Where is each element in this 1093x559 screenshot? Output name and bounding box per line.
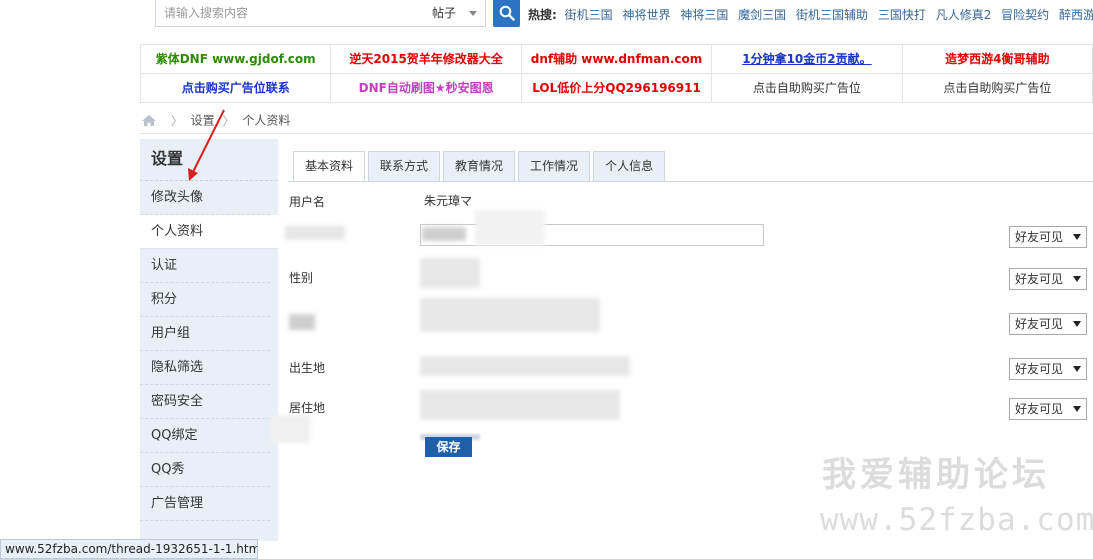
settings-sidebar: 设置 修改头像 个人资料 认证 积分 用户组 隐私筛选 密码安全 QQ绑定 QQ… — [140, 139, 278, 541]
ad-link[interactable]: 造梦西游4衡哥辅助 — [903, 45, 1093, 73]
annotation-arrow-icon — [188, 109, 225, 181]
privacy-select-value: 好友可见 — [1015, 317, 1064, 331]
save-button[interactable]: 保存 — [425, 437, 472, 457]
search-button[interactable] — [493, 0, 520, 27]
privacy-select[interactable]: 好友可见 — [1009, 313, 1087, 335]
tab-work[interactable]: 工作情况 — [518, 151, 591, 182]
privacy-select[interactable]: 好友可见 — [1009, 358, 1087, 380]
privacy-select-value: 好友可见 — [1015, 362, 1064, 376]
breadcrumb-item: 个人资料 — [242, 113, 291, 128]
ad-link[interactable]: 点击自助购买广告位 — [712, 74, 903, 102]
realname-input[interactable] — [420, 224, 764, 246]
search-type-value: 帖子 — [432, 6, 457, 20]
hot-search-link[interactable]: 冒险契约 — [1001, 8, 1049, 22]
privacy-select-value: 好友可见 — [1015, 402, 1064, 416]
search-icon — [499, 5, 515, 21]
redacted-overlay — [475, 210, 545, 246]
ad-link[interactable]: dnf辅助 www.dnfman.com — [522, 45, 713, 73]
ad-link[interactable]: 点击购买广告位联系 — [140, 74, 332, 102]
hot-search-link[interactable]: 街机三国辅助 — [796, 8, 868, 22]
redacted-label — [289, 314, 315, 330]
tab-personal[interactable]: 个人信息 — [593, 151, 666, 182]
ad-link[interactable]: DNF自动刷图★秒安图恩 — [331, 74, 522, 102]
chevron-down-icon — [1073, 406, 1081, 412]
redacted-value — [420, 298, 600, 332]
home-icon[interactable] — [141, 114, 157, 127]
redacted-value — [420, 390, 620, 420]
page: 请输入搜索内容 帖子 热搜: 街机三国 神将世界 神将三国 魔剑三国 街机三国辅… — [0, 0, 1093, 559]
sidebar-item-profile[interactable]: 个人资料 — [140, 215, 278, 249]
redacted-label — [285, 226, 345, 240]
profile-tabs: 基本资料 联系方式 教育情况 工作情况 个人信息 — [293, 151, 668, 182]
hot-search: 热搜: 街机三国 神将世界 神将三国 魔剑三国 街机三国辅助 三国快打 凡人修真… — [528, 6, 1093, 23]
ad-row: 紫体DNF www.gjdof.com 逆天2015贺羊年修改器大全 dnf辅助… — [140, 45, 1093, 74]
watermark-title: 我爱辅助论坛 — [822, 455, 1050, 495]
gender-label: 性别 — [289, 271, 314, 285]
hot-search-link[interactable]: 醉西游 — [1059, 8, 1093, 22]
redacted-overlay — [270, 415, 310, 443]
status-bar-url: www.52fzba.com/thread-1932651-1-1.html — [0, 539, 258, 559]
hot-search-link[interactable]: 三国快打 — [878, 8, 926, 22]
privacy-select-value: 好友可见 — [1015, 272, 1064, 286]
hot-search-link[interactable]: 街机三国 — [565, 8, 613, 22]
divider — [140, 133, 1093, 134]
ad-link[interactable]: 1分钟拿10金币2贡献。 — [712, 45, 903, 73]
redacted-value — [422, 227, 466, 241]
sidebar-item-qq-show[interactable]: QQ秀 — [140, 453, 270, 487]
privacy-select[interactable]: 好友可见 — [1009, 398, 1087, 420]
tab-education[interactable]: 教育情况 — [443, 151, 516, 182]
chevron-down-icon — [469, 11, 477, 16]
ad-link[interactable]: 紫体DNF www.gjdof.com — [140, 45, 332, 73]
sidebar-item-credits[interactable]: 积分 — [140, 283, 270, 317]
redacted-value — [420, 258, 480, 288]
tab-basic-info[interactable]: 基本资料 — [293, 151, 366, 182]
sidebar-item-password[interactable]: 密码安全 — [140, 385, 270, 419]
top-search-bar: 请输入搜索内容 帖子 热搜: 街机三国 神将世界 神将三国 魔剑三国 街机三国辅… — [0, 0, 1093, 30]
chevron-down-icon — [1073, 366, 1081, 372]
chevron-down-icon — [1073, 276, 1081, 282]
hot-search-link[interactable]: 凡人修真2 — [936, 8, 992, 22]
hot-search-link[interactable]: 神将三国 — [680, 8, 728, 22]
ad-grid: 紫体DNF www.gjdof.com 逆天2015贺羊年修改器大全 dnf辅助… — [140, 44, 1093, 103]
sidebar-item-privacy[interactable]: 隐私筛选 — [140, 351, 270, 385]
sidebar-item-ads[interactable]: 广告管理 — [140, 487, 270, 521]
sidebar-item-usergroup[interactable]: 用户组 — [140, 317, 270, 351]
tab-contact[interactable]: 联系方式 — [368, 151, 441, 182]
sidebar-item-verify[interactable]: 认证 — [140, 249, 270, 283]
hot-search-link[interactable]: 魔剑三国 — [738, 8, 786, 22]
privacy-select-value: 好友可见 — [1015, 230, 1064, 244]
sidebar-item-qq-bind[interactable]: QQ绑定 — [140, 419, 270, 453]
residence-label: 居住地 — [289, 401, 326, 415]
hot-search-label: 热搜: — [528, 8, 557, 22]
privacy-select[interactable]: 好友可见 — [1009, 226, 1087, 248]
ad-row: 点击购买广告位联系 DNF自动刷图★秒安图恩 LOL低价上分QQ29619691… — [140, 74, 1093, 103]
birthplace-label: 出生地 — [289, 361, 326, 375]
privacy-select[interactable]: 好友可见 — [1009, 268, 1087, 290]
search-type-select[interactable]: 帖子 — [424, 0, 486, 27]
chevron-down-icon — [1073, 234, 1081, 240]
ad-link[interactable]: 逆天2015贺羊年修改器大全 — [331, 45, 522, 73]
username-value: 朱元璋マ — [424, 194, 473, 208]
hot-search-link[interactable]: 神将世界 — [622, 8, 670, 22]
watermark-url: www.52fzba.com — [820, 502, 1093, 538]
username-label: 用户名 — [289, 195, 326, 209]
redacted-value — [420, 356, 630, 376]
ad-link[interactable]: LOL低价上分QQ296196911 — [522, 74, 713, 102]
chevron-down-icon — [1073, 321, 1081, 327]
search-input[interactable]: 请输入搜索内容 — [155, 0, 425, 27]
tabs-underline — [288, 181, 1093, 182]
ad-link[interactable]: 点击自助购买广告位 — [903, 74, 1093, 102]
